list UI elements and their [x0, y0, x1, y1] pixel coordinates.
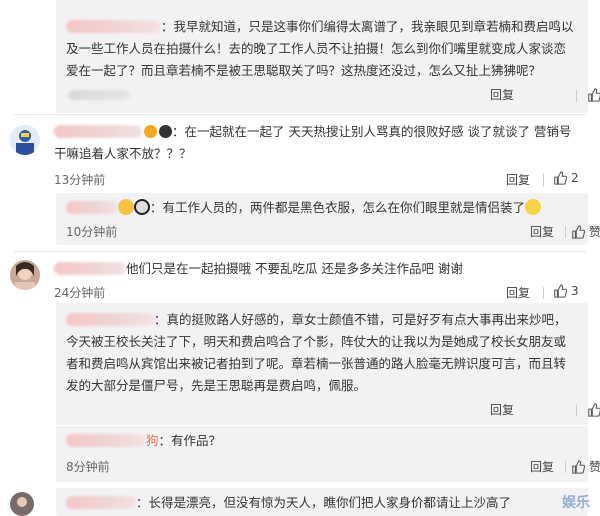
- username-blurred[interactable]: [54, 125, 142, 138]
- avatar[interactable]: [10, 125, 40, 155]
- thumbs-up-icon: [554, 171, 567, 185]
- username-blurred[interactable]: [66, 201, 118, 214]
- heart-emoji-icon: [118, 199, 134, 215]
- action-separator: [576, 90, 577, 102]
- username-blurred[interactable]: [66, 434, 146, 447]
- like-count: 3: [571, 284, 579, 298]
- action-separator: [543, 287, 544, 299]
- reply-block: ：我早就知道，只是这事你们编得太离谱了，我亲眼见到章若楠和费启鸣以及一些工作人员…: [56, 0, 600, 113]
- comment-time: 24分钟前: [54, 286, 106, 300]
- reply-text: ：长得是漂亮，但没有惊为天人，瞧你们把人家身价都请让上沙高了: [66, 492, 576, 514]
- watermark: 娱乐: [562, 495, 590, 511]
- reply-block: ：真的挺败路人好感的，章女士颜值不错，可是好歹有点大事再出来炒吧，今天被王校长关…: [56, 303, 600, 425]
- reply-button[interactable]: 回复: [506, 171, 530, 188]
- like-button[interactable]: 赞: [571, 458, 600, 475]
- thumbs-up-icon: [572, 224, 585, 239]
- thumbs-up-icon: [588, 87, 600, 102]
- comment-time: 13分钟前: [54, 173, 106, 187]
- username-suffix[interactable]: 狗: [146, 433, 159, 448]
- avatar[interactable]: [10, 260, 40, 290]
- smile-emoji-icon: [525, 199, 542, 215]
- thumbs-up-icon: [588, 402, 600, 417]
- username-blurred[interactable]: [66, 496, 136, 509]
- crown-badge-icon: [144, 125, 157, 138]
- reply-time: 10分钟前: [66, 225, 118, 239]
- username-blurred[interactable]: [66, 20, 161, 33]
- action-separator: [565, 461, 566, 473]
- reply-button[interactable]: 回复: [490, 401, 514, 418]
- like-button[interactable]: 3: [553, 284, 579, 298]
- reply-text: ：有工作人员的，两件都是黑色衣服，怎么在你们眼里就是情侣装了: [66, 197, 576, 219]
- like-button[interactable]: 赞: [587, 401, 600, 418]
- reply-block: ：有工作人员的，两件都是黑色衣服，怎么在你们眼里就是情侣装了 10分钟前 回复 …: [56, 193, 600, 245]
- panda-emoji-icon: [134, 199, 150, 215]
- like-button[interactable]: 赞: [587, 86, 600, 103]
- comment-text: 他们只是在一起拍摄哦 不要乱吃瓜 还是多多关注作品吧 谢谢: [54, 258, 574, 280]
- reply-button[interactable]: 回复: [530, 223, 554, 240]
- reply-time: 8分钟前: [66, 460, 110, 474]
- reply-block: ：长得是漂亮，但没有惊为天人，瞧你们把人家身价都请让上沙高了: [10, 488, 588, 516]
- thumbs-up-icon: [554, 284, 567, 298]
- action-separator: [565, 226, 566, 238]
- comment-item: 他们只是在一起拍摄哦 不要乱吃瓜 还是多多关注作品吧 谢谢 24分钟前 回复 3: [0, 252, 600, 302]
- action-separator: [576, 404, 577, 416]
- reply-text: 狗：有作品？: [66, 430, 576, 452]
- reply-text: ：真的挺败路人好感的，章女士颜值不错，可是好歹有点大事再出来炒吧，今天被王校长关…: [66, 312, 567, 393]
- action-separator: [543, 174, 544, 186]
- like-count: 2: [571, 171, 579, 185]
- username-blurred[interactable]: [54, 262, 126, 275]
- reply-button[interactable]: 回复: [490, 86, 514, 103]
- username-blurred[interactable]: [66, 313, 154, 326]
- comment-text: ：在一起就在一起了 天天热搜让别人骂真的很败好感 谈了就谈了 营销号干嘛追着人家…: [54, 124, 572, 161]
- reply-block: 狗：有作品？ 8分钟前 回复 赞: [56, 426, 600, 482]
- timestamp-blurred: [68, 90, 130, 100]
- reply-button[interactable]: 回复: [506, 284, 530, 301]
- thumbs-up-icon: [572, 459, 585, 474]
- like-button[interactable]: 2: [553, 171, 579, 185]
- like-button[interactable]: 赞: [571, 223, 600, 240]
- avatar[interactable]: [10, 492, 34, 516]
- reply-text: ：我早就知道，只是这事你们编得太离谱了，我亲眼见到章若楠和费启鸣以及一些工作人员…: [66, 19, 574, 78]
- comment-item: ：在一起就在一起了 天天热搜让别人骂真的很败好感 谈了就谈了 营销号干嘛追着人家…: [0, 115, 600, 199]
- reply-button[interactable]: 回复: [530, 458, 554, 475]
- vip-badge-icon: [159, 125, 172, 138]
